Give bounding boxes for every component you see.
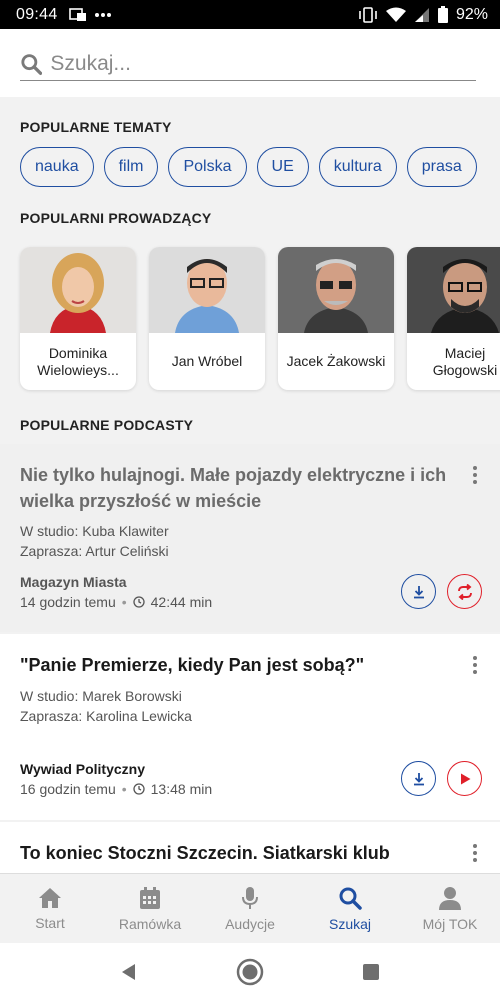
recents-icon[interactable] — [361, 962, 381, 982]
calendar-icon — [140, 886, 160, 909]
signal-icon — [414, 7, 429, 22]
vibrate-icon — [359, 6, 377, 23]
download-icon — [413, 772, 424, 785]
search-input[interactable] — [50, 51, 476, 76]
play-icon — [460, 773, 470, 784]
popular-topics-heading: POPULARNE TEMATY — [20, 119, 172, 135]
search-content: POPULARNE TEMATY nauka film Polska UE ku… — [0, 97, 500, 873]
host-card[interactable]: Jacek Żakowski — [278, 247, 394, 390]
hosts-carousel[interactable]: Dominika Wielowieys... Jan Wróbel Jacek … — [20, 247, 500, 390]
nav-item-szukaj[interactable]: Szukaj — [300, 874, 400, 943]
topic-tags: nauka film Polska UE kultura prasa — [20, 147, 477, 187]
microphone-icon — [242, 886, 258, 909]
host-name: Jacek Żakowski — [286, 353, 386, 369]
host-card[interactable]: Dominika Wielowieys... — [20, 247, 136, 390]
podcast-actions — [401, 574, 482, 609]
home-button-icon[interactable] — [236, 958, 264, 986]
nav-label: Szukaj — [328, 915, 372, 932]
nav-label: Audycje — [225, 915, 275, 932]
nav-item-start[interactable]: Start — [0, 874, 100, 943]
more-options-icon[interactable] — [472, 466, 478, 484]
host-name: Dominika Wielowieys... — [37, 344, 119, 378]
nav-label: Ramówka — [118, 915, 182, 932]
status-bar: 09:44 92% — [0, 0, 500, 29]
podcast-invites: Zaprasza: Karolina Lewicka — [20, 708, 192, 724]
host-card[interactable]: Jan Wróbel — [149, 247, 265, 390]
home-icon — [39, 887, 61, 908]
podcast-time-info: 16 godzin temu • 13:48 min — [20, 781, 212, 797]
repeat-button[interactable] — [447, 574, 482, 609]
host-name: Jan Wróbel — [171, 353, 243, 369]
topic-tag-polska[interactable]: Polska — [168, 147, 247, 187]
podcast-card[interactable]: "Panie Premierze, kiedy Pan jest sobą?" … — [0, 634, 500, 820]
user-icon — [439, 886, 461, 910]
more-options-icon[interactable] — [472, 656, 478, 674]
host-card[interactable]: Maciej Głogowski — [407, 247, 500, 390]
podcast-title: "Panie Premierze, kiedy Pan jest sobą?" — [20, 655, 365, 675]
podcast-card[interactable]: Nie tylko hulajnogi. Małe pojazdy elektr… — [0, 444, 500, 632]
nav-label: Mój TOK — [422, 915, 478, 932]
download-icon — [413, 585, 424, 598]
more-options-icon[interactable] — [472, 844, 478, 862]
status-time: 09:44 — [16, 5, 58, 23]
host-photo — [278, 247, 394, 333]
topic-tag-film[interactable]: film — [103, 147, 159, 187]
separator-dot: • — [121, 594, 127, 610]
nav-item-ramowka[interactable]: Ramówka — [100, 874, 200, 943]
podcast-title: To koniec Stoczni Szczecin. Siatkarski k… — [20, 843, 390, 863]
nav-item-audycje[interactable]: Audycje — [200, 874, 300, 943]
podcast-time-info: 14 godzin temu • 42:44 min — [20, 594, 212, 610]
topic-tag-prasa[interactable]: prasa — [406, 147, 477, 187]
podcast-duration: 42:44 min — [150, 594, 213, 610]
popular-hosts-heading: POPULARNI PROWADZĄCY — [20, 210, 212, 226]
search-bar — [0, 29, 500, 97]
podcast-studio: W studio: Kuba Klawiter — [20, 523, 169, 539]
clock-icon — [132, 596, 145, 608]
search-icon — [21, 53, 43, 75]
notification-icon — [68, 7, 86, 21]
wifi-icon — [385, 7, 406, 22]
system-navigation — [0, 943, 500, 1000]
host-name: Maciej Głogowski — [432, 344, 498, 378]
more-notifications-icon — [94, 12, 111, 17]
podcast-show[interactable]: Wywiad Polityczny — [20, 761, 145, 777]
podcast-card[interactable]: To koniec Stoczni Szczecin. Siatkarski k… — [0, 822, 500, 873]
topic-tag-nauka[interactable]: nauka — [20, 147, 94, 187]
podcast-duration: 13:48 min — [150, 781, 213, 797]
podcast-title: Nie tylko hulajnogi. Małe pojazdy elektr… — [20, 465, 447, 511]
search-icon — [339, 887, 362, 910]
podcast-studio: W studio: Marek Borowski — [20, 688, 182, 704]
host-photo — [407, 247, 500, 333]
download-button[interactable] — [401, 574, 436, 609]
nav-label: Start — [35, 914, 65, 931]
host-photo — [20, 247, 136, 333]
popular-podcasts-heading: POPULARNE PODCASTY — [20, 417, 194, 433]
download-button[interactable] — [401, 761, 436, 796]
play-button[interactable] — [447, 761, 482, 796]
podcast-age: 14 godzin temu — [20, 594, 116, 610]
topic-tag-kultura[interactable]: kultura — [318, 147, 397, 187]
repeat-icon — [457, 583, 472, 600]
nav-item-moj-tok[interactable]: Mój TOK — [400, 874, 500, 943]
clock-icon — [132, 783, 145, 795]
podcast-actions — [401, 761, 482, 796]
bottom-navigation: Start Ramówka Audycje Szukaj Mój TOK — [0, 873, 500, 943]
podcast-show[interactable]: Magazyn Miasta — [20, 574, 127, 590]
podcast-invites: Zaprasza: Artur Celiński — [20, 543, 169, 559]
search-field[interactable] — [20, 47, 476, 81]
separator-dot: • — [121, 781, 127, 797]
topic-tag-ue[interactable]: UE — [256, 147, 309, 187]
podcast-age: 16 godzin temu — [20, 781, 116, 797]
battery-icon — [437, 6, 448, 23]
host-photo — [149, 247, 265, 333]
battery-level: 92% — [455, 5, 488, 23]
back-icon[interactable] — [119, 962, 139, 982]
